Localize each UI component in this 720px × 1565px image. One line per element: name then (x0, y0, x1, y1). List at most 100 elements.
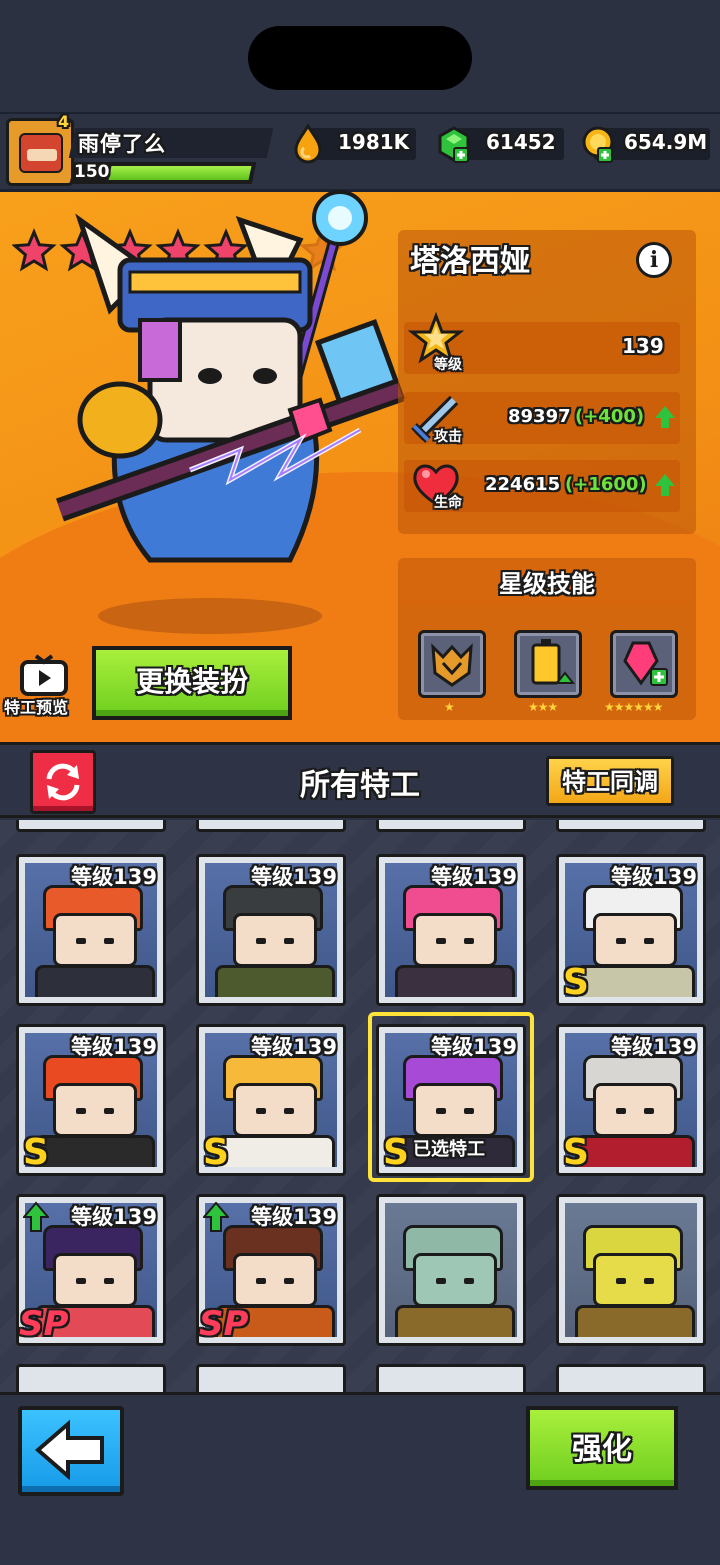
hero-portrait (56, 190, 406, 563)
agent-card-partial[interactable] (16, 820, 166, 832)
agent-card-partial[interactable] (556, 820, 706, 832)
hero-shadow (98, 598, 322, 634)
skill-helmet-button[interactable] (418, 630, 486, 698)
agent-grid: 等级139 等级139 等级139 等级139 S 等级139 S 等级139 S 等级139 S 已… (0, 820, 720, 1392)
player-exp-fill (108, 166, 252, 180)
agent-card-partial[interactable] (376, 1364, 526, 1392)
agent-face (53, 913, 137, 967)
agent-preview-label[interactable]: 特工预览 (4, 694, 68, 718)
agent-face (593, 913, 677, 967)
agent-sync-label[interactable]: 特工同调 (546, 762, 674, 797)
agent-face (593, 1253, 677, 1307)
crystal-icon (623, 641, 668, 686)
hp-label: 生命 (434, 495, 462, 511)
agent-body (35, 965, 155, 997)
selected-agent-frame (368, 1012, 534, 1182)
agent-body (35, 1135, 155, 1167)
agent-face (233, 913, 317, 967)
player-name: 雨停了么 (78, 132, 166, 156)
agent-card-partial[interactable] (16, 1364, 166, 1392)
agent-level: 等级139 (251, 1035, 337, 1059)
agent-level: 等级139 (251, 1205, 337, 1229)
hp-bonus: (+1600) (565, 474, 647, 495)
gems-value: 61452 (486, 130, 556, 154)
gold-add-icon[interactable] (580, 124, 616, 164)
agent-card-partial[interactable] (376, 820, 526, 832)
agent-level: 等级139 (71, 1035, 157, 1059)
back-button[interactable] (18, 1406, 124, 1496)
avatar-badge: 4 (58, 112, 70, 131)
agent-level: 等级139 (71, 865, 157, 889)
skill-battery-button[interactable] (514, 630, 582, 698)
hero-name: 塔洛西娅 (410, 244, 530, 279)
agent-card[interactable]: 等级139 (196, 854, 346, 1006)
agent-body (395, 965, 515, 997)
attack-value: 89397 (508, 406, 571, 427)
attack-up-arrow-icon (655, 406, 675, 428)
agent-body (575, 1305, 695, 1337)
agent-portrait (385, 1203, 517, 1337)
info-icon[interactable]: i (636, 242, 672, 278)
hp-up-arrow-icon (655, 474, 675, 496)
agent-rank-badge: S (563, 1132, 589, 1173)
agent-face (233, 1083, 317, 1137)
hp-value: 224615 (485, 474, 561, 495)
skill-2-stars: ★★★ (528, 700, 558, 714)
attack-label: 攻击 (434, 429, 462, 445)
skill-crystal-button[interactable] (610, 630, 678, 698)
agent-card[interactable]: 等级139 (376, 854, 526, 1006)
camera-notch (248, 26, 472, 90)
agent-face (413, 1253, 497, 1307)
back-arrow-icon (34, 1419, 104, 1481)
agent-body (575, 965, 695, 997)
agent-level: 等级139 (251, 865, 337, 889)
agent-level: 等级139 (611, 865, 697, 889)
agent-face (53, 1253, 137, 1307)
player-level: 150 (74, 162, 110, 182)
agent-card[interactable]: 等级139 (16, 854, 166, 1006)
agent-level: 等级139 (71, 1205, 157, 1229)
agent-card[interactable] (556, 1194, 706, 1346)
agent-rank-badge: S (563, 962, 589, 1003)
agent-card-partial[interactable] (196, 820, 346, 832)
level-value: 139 (622, 334, 664, 358)
agent-level: 等级139 (611, 1035, 697, 1059)
gold-value: 654.9M (624, 130, 708, 154)
upgrade-available-icon (203, 1201, 229, 1232)
tv-preview-icon[interactable] (18, 654, 70, 698)
agent-face (593, 1083, 677, 1137)
gem-add-icon[interactable] (436, 124, 472, 164)
agent-rank-badge: S (23, 1132, 49, 1173)
helmet-icon (431, 643, 473, 687)
agent-body (215, 965, 335, 997)
skill-3-stars: ★★★★★★ (604, 700, 664, 714)
agent-level: 等级139 (431, 865, 517, 889)
upgrade-label[interactable]: 强化 (526, 1424, 678, 1468)
attack-bonus: (+400) (575, 406, 645, 427)
agent-rank-badge: SP (199, 1304, 249, 1344)
agent-face (413, 913, 497, 967)
agent-card[interactable]: 等级139 S (556, 1024, 706, 1176)
battery-icon (531, 639, 576, 685)
agent-rank-badge: SP (19, 1304, 69, 1344)
agent-body (215, 1135, 335, 1167)
agent-card-partial[interactable] (196, 1364, 346, 1392)
energy-icon (294, 124, 322, 164)
agent-card[interactable]: 等级139 S (16, 1024, 166, 1176)
agent-body (575, 1135, 695, 1167)
agent-card[interactable]: 等级139 SP (196, 1194, 346, 1346)
agent-card[interactable]: 等级139 S (556, 854, 706, 1006)
agent-card-partial[interactable] (556, 1364, 706, 1392)
agent-card[interactable] (376, 1194, 526, 1346)
agent-body (395, 1305, 515, 1337)
upgrade-available-icon (23, 1201, 49, 1232)
agent-card[interactable]: 等级139 SP (16, 1194, 166, 1346)
agent-portrait (565, 1203, 697, 1337)
agent-card[interactable]: 等级139 S (196, 1024, 346, 1176)
change-outfit-label[interactable]: 更换装扮 (92, 660, 292, 700)
skill-1-stars: ★ (444, 700, 455, 714)
level-label: 等级 (434, 357, 462, 373)
agent-face (233, 1253, 317, 1307)
energy-value: 1981K (338, 130, 410, 154)
agent-face (53, 1083, 137, 1137)
